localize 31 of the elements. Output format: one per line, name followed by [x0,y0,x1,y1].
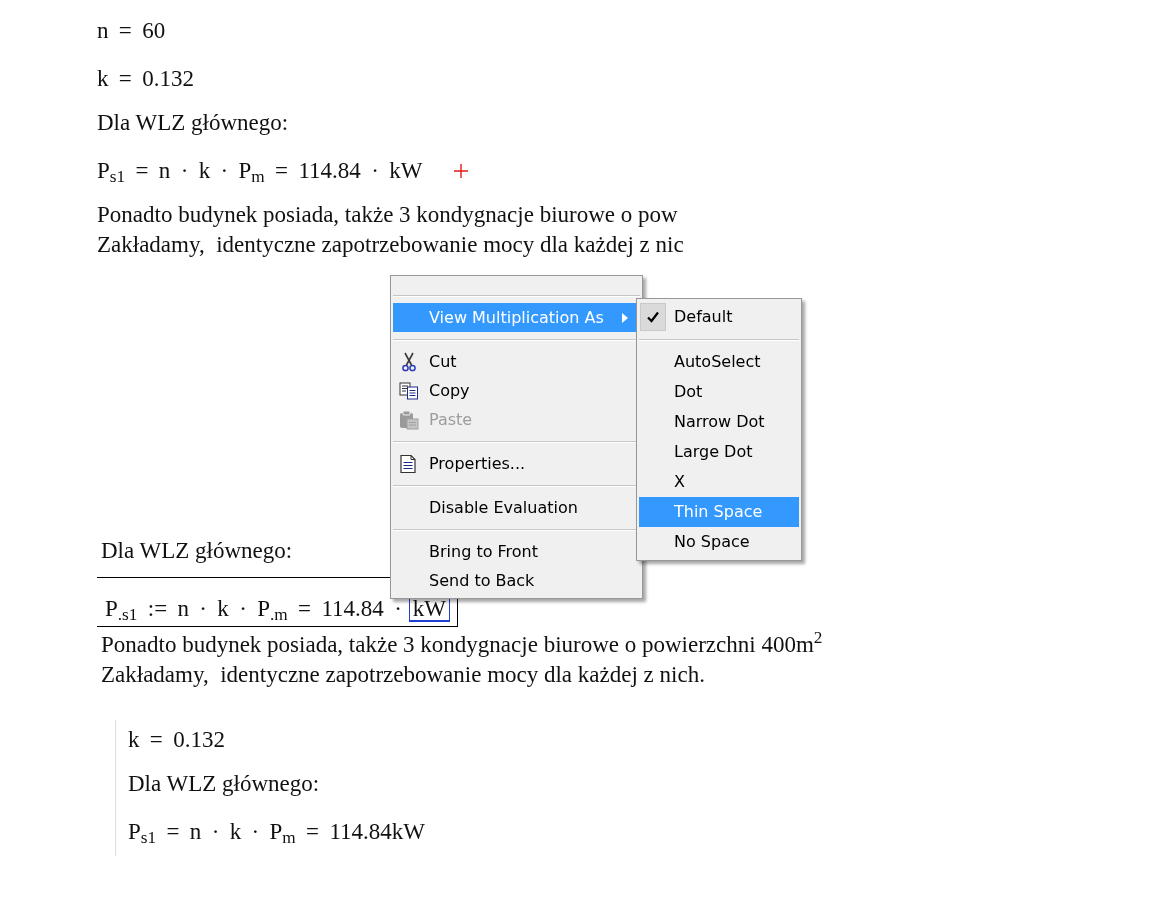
math-expression: P$_{s1}$ = n · k · P$_{m}$ = 114.84 · kW [97,157,423,185]
text-line: Dla WLZ głównego: [128,770,320,798]
menu-item[interactable]: Disable Evaluation [393,493,640,522]
math-expression: k = 0.132 [128,726,225,754]
math-expression: n = 60 [97,17,166,45]
text-line: Zakładamy, identyczne zapotrzebowanie mocy dla każdej z nic [97,231,684,259]
document-icon [399,453,419,474]
menu-item[interactable]: X [639,467,799,497]
submenu-arrow-icon [622,312,628,323]
menu-item[interactable]: AutoSelect [639,347,799,377]
menu-item[interactable]: Bring to Front [393,537,640,566]
menu-item[interactable]: Properties... [393,449,640,478]
text-line: Zakładamy, identyczne zapotrzebowanie mocy dla każdej z nich. [101,661,705,689]
text-line: Ponadto budynek posiada, także 3 kondygnacje biurowe o powierzchni 400m$^{2}$ [101,631,823,659]
math-expression: P$_{.s1}$ := n · k · P$_{.m}$ = 114.84 · [105,595,402,623]
menu-item[interactable]: Cut [393,347,640,376]
math-expression: P$_{s1}$ = n · k · P$_{m}$ = 114.84kW [128,818,426,846]
menu-item[interactable]: Dot [639,377,799,407]
text-line: Dla WLZ głównego: [97,109,289,137]
menu-item[interactable]: Narrow Dot [639,407,799,437]
text-line: Ponadto budynek posiada, także 3 kondygnacje biurowe o pow [97,201,678,229]
scissors-icon [401,351,417,372]
menu-item[interactable]: Send to Back [393,566,640,595]
text-line: Dla WLZ głównego: [101,537,293,565]
math-expression: k = 0.132 [97,65,194,93]
menu-item[interactable]: Default [639,302,799,332]
menu-item[interactable]: Large Dot [639,437,799,467]
clipboard-icon [399,409,419,430]
menu-item[interactable]: Copy [393,376,640,405]
copy-icon [399,381,419,400]
menu-item[interactable]: No Space [639,527,799,557]
